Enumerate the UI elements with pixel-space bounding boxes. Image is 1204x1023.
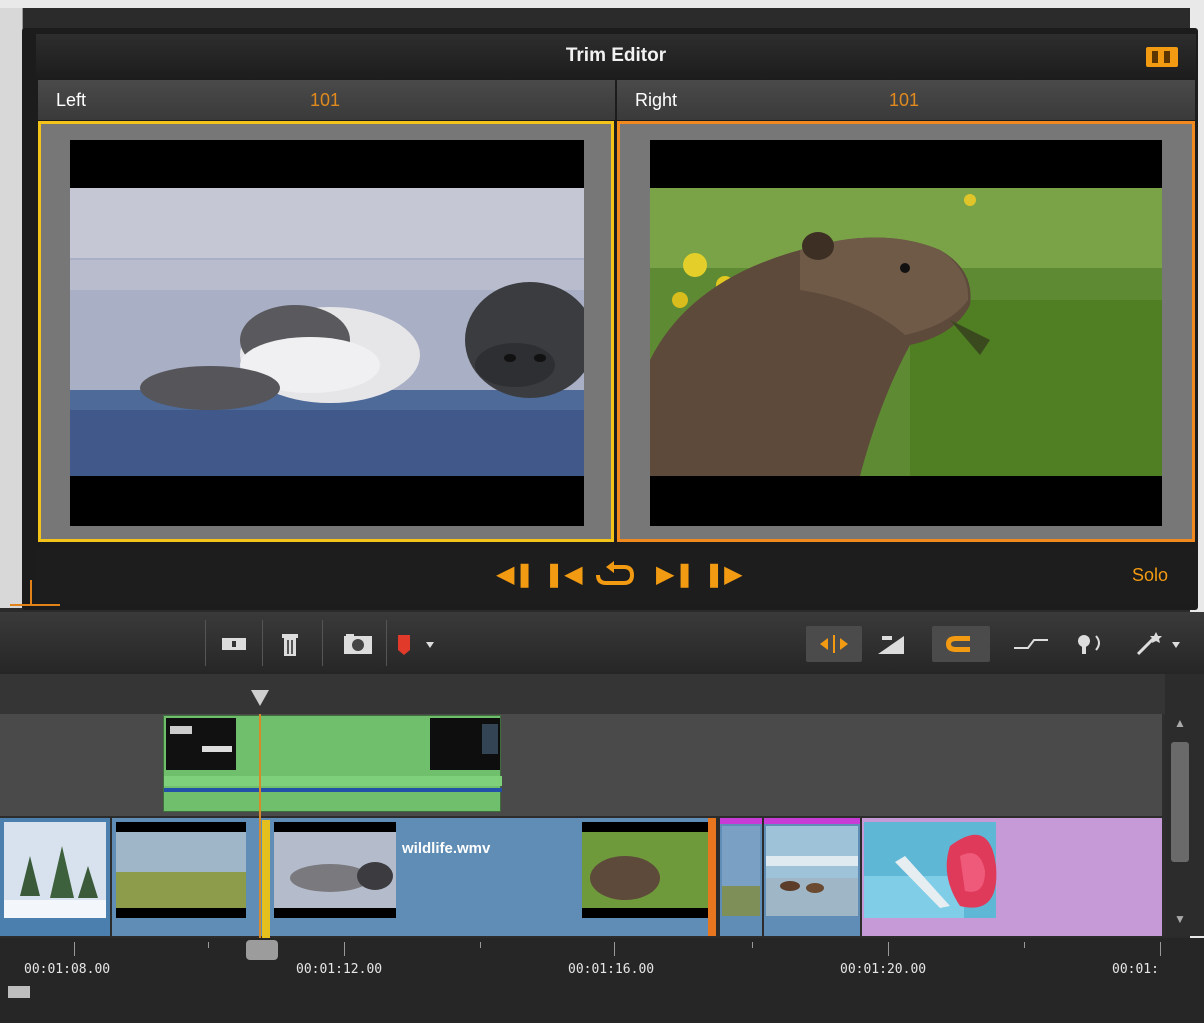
- magnet-button[interactable]: [932, 626, 990, 662]
- scroll-up-icon[interactable]: ▲: [1172, 716, 1188, 736]
- loop-button[interactable]: [592, 561, 638, 589]
- step-forward-icon: ▶❚: [656, 561, 695, 588]
- toolbar-separator: [262, 620, 263, 666]
- playhead-handle[interactable]: [251, 690, 269, 706]
- timecode-label: 00:01:16.00: [568, 962, 655, 977]
- trim-mode-icon: [820, 635, 848, 653]
- toolbar-separator: [386, 620, 387, 666]
- delete-button[interactable]: [270, 626, 310, 662]
- razor-button[interactable]: [214, 626, 254, 662]
- skip-to-start-button[interactable]: ◀❚: [496, 561, 535, 589]
- timecode-label: 00:01:12.00: [296, 962, 383, 977]
- dynamic-length-button[interactable]: [866, 626, 916, 662]
- timecode-label: 00:01:: [1112, 962, 1159, 977]
- dynamic-length-icon: [878, 636, 904, 654]
- effects-dropdown[interactable]: [1128, 626, 1188, 662]
- ruler-tick: [208, 942, 209, 948]
- left-video-frame: [70, 140, 595, 526]
- magnet-icon: [946, 636, 970, 652]
- ruler-tick: [614, 942, 615, 956]
- snapshot-icon: [344, 634, 372, 654]
- snapshot-button[interactable]: [336, 626, 380, 662]
- timeline-header: [0, 674, 1165, 714]
- overlay-clip-thumbnails: [164, 718, 502, 792]
- left-pane-header: Left 101: [38, 80, 615, 120]
- trim-point-cursor[interactable]: [262, 820, 270, 945]
- toolbar-separator: [205, 620, 206, 666]
- toolbar-separator: [322, 620, 323, 666]
- clip-name-label: wildlife.wmv: [402, 840, 491, 857]
- scroll-down-icon[interactable]: ▼: [1172, 912, 1188, 932]
- trim-mode-button[interactable]: [806, 626, 862, 662]
- zoom-handle[interactable]: [8, 986, 30, 998]
- right-pane-header: Right 101: [617, 80, 1195, 120]
- marmot-video-image: [650, 188, 1162, 476]
- step-forward-button[interactable]: ▶❚: [656, 561, 695, 589]
- right-pane-label: Right: [635, 90, 678, 110]
- skip-to-end-icon: ❚▶: [704, 561, 743, 588]
- step-back-icon: ❚◀: [544, 561, 583, 588]
- right-video-frame: [650, 140, 1162, 526]
- wand-icon: [1136, 632, 1180, 656]
- skip-to-start-icon: ◀❚: [496, 561, 535, 588]
- seal-video-image: [70, 188, 595, 476]
- ruler-tick: [1024, 942, 1025, 948]
- voice-over-icon: [1078, 635, 1100, 654]
- loop-icon: [596, 561, 635, 585]
- audio-scrub-button[interactable]: [1004, 626, 1058, 662]
- ruler-tick: [74, 942, 75, 956]
- divider-marker: [30, 580, 32, 606]
- ruler-tick: [752, 942, 753, 948]
- ruler-tick: [344, 942, 345, 956]
- voice-over-button[interactable]: [1066, 626, 1118, 662]
- playhead-line: [259, 714, 261, 938]
- left-pane-label: Left: [56, 90, 87, 110]
- solo-button[interactable]: Solo: [1132, 561, 1168, 589]
- side-panel-edge: [0, 8, 23, 608]
- marker-dropdown[interactable]: [392, 626, 442, 662]
- divider-marker-base: [10, 604, 60, 606]
- marker-icon: [398, 635, 434, 655]
- scrubber-handle[interactable]: [246, 940, 278, 960]
- ruler-tick: [888, 942, 889, 956]
- left-pane-frame-count[interactable]: 101: [310, 80, 340, 120]
- ruler-tick: [480, 942, 481, 948]
- timeline-ruler[interactable]: [0, 938, 1204, 1023]
- app-frame: Trim Editor Left 101 Right 101 ◀❚ ❚◀ ▶❚ …: [0, 0, 1204, 1023]
- scrollbar-thumb[interactable]: [1171, 742, 1189, 862]
- audio-scrub-icon: [1014, 639, 1048, 649]
- video-track[interactable]: [0, 816, 1162, 938]
- step-back-button[interactable]: ❚◀: [544, 561, 583, 589]
- layout-toggle-icon[interactable]: [1146, 47, 1178, 67]
- razor-icon: [222, 638, 246, 650]
- video-track-clips: [0, 818, 1162, 936]
- right-pane-frame-count[interactable]: 101: [889, 80, 919, 120]
- trash-icon: [282, 634, 298, 656]
- timecode-label: 00:01:20.00: [840, 962, 927, 977]
- window-title: Trim Editor: [565, 45, 667, 66]
- ruler-tick: [1160, 942, 1161, 956]
- overlay-clip[interactable]: [163, 715, 502, 812]
- timecode-label: 00:01:08.00: [24, 962, 111, 977]
- skip-to-end-button[interactable]: ❚▶: [704, 561, 743, 589]
